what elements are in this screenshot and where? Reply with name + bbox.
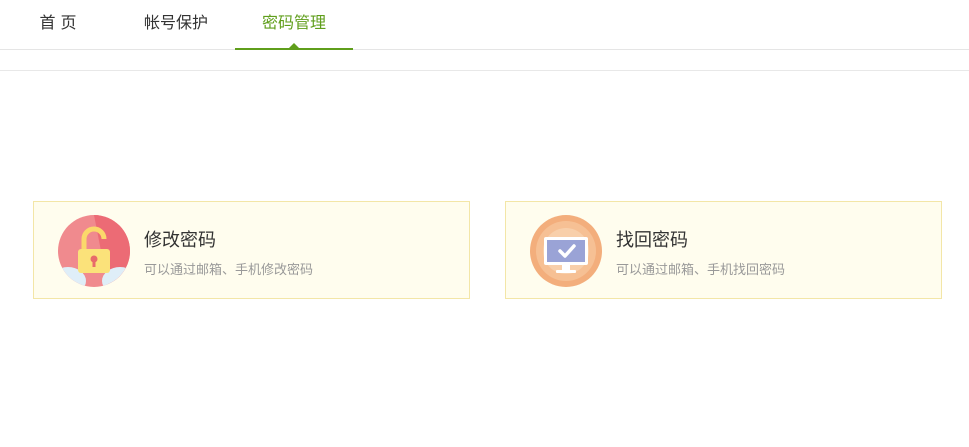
monitor-check-icon <box>530 215 602 287</box>
tab-home[interactable]: 首 页 <box>22 0 94 48</box>
change-password-card[interactable]: 修改密码 可以通过邮箱、手机修改密码 <box>33 201 470 299</box>
change-password-desc: 可以通过邮箱、手机修改密码 <box>144 263 314 278</box>
tab-password-management[interactable]: 密码管理 <box>235 0 353 50</box>
recover-password-title: 找回密码 <box>616 230 688 251</box>
tab-password-management-label: 密码管理 <box>261 13 326 32</box>
top-nav: 首 页 帐号保护 密码管理 <box>0 0 969 50</box>
change-password-title: 修改密码 <box>144 230 216 251</box>
tab-account-protection[interactable]: 帐号保护 <box>126 0 226 48</box>
divider <box>0 70 969 71</box>
recover-password-desc: 可以通过邮箱、手机找回密码 <box>616 263 786 278</box>
recover-password-card[interactable]: 找回密码 可以通过邮箱、手机找回密码 <box>505 201 942 299</box>
active-tab-indicator <box>289 43 299 48</box>
unlock-icon <box>58 215 130 287</box>
